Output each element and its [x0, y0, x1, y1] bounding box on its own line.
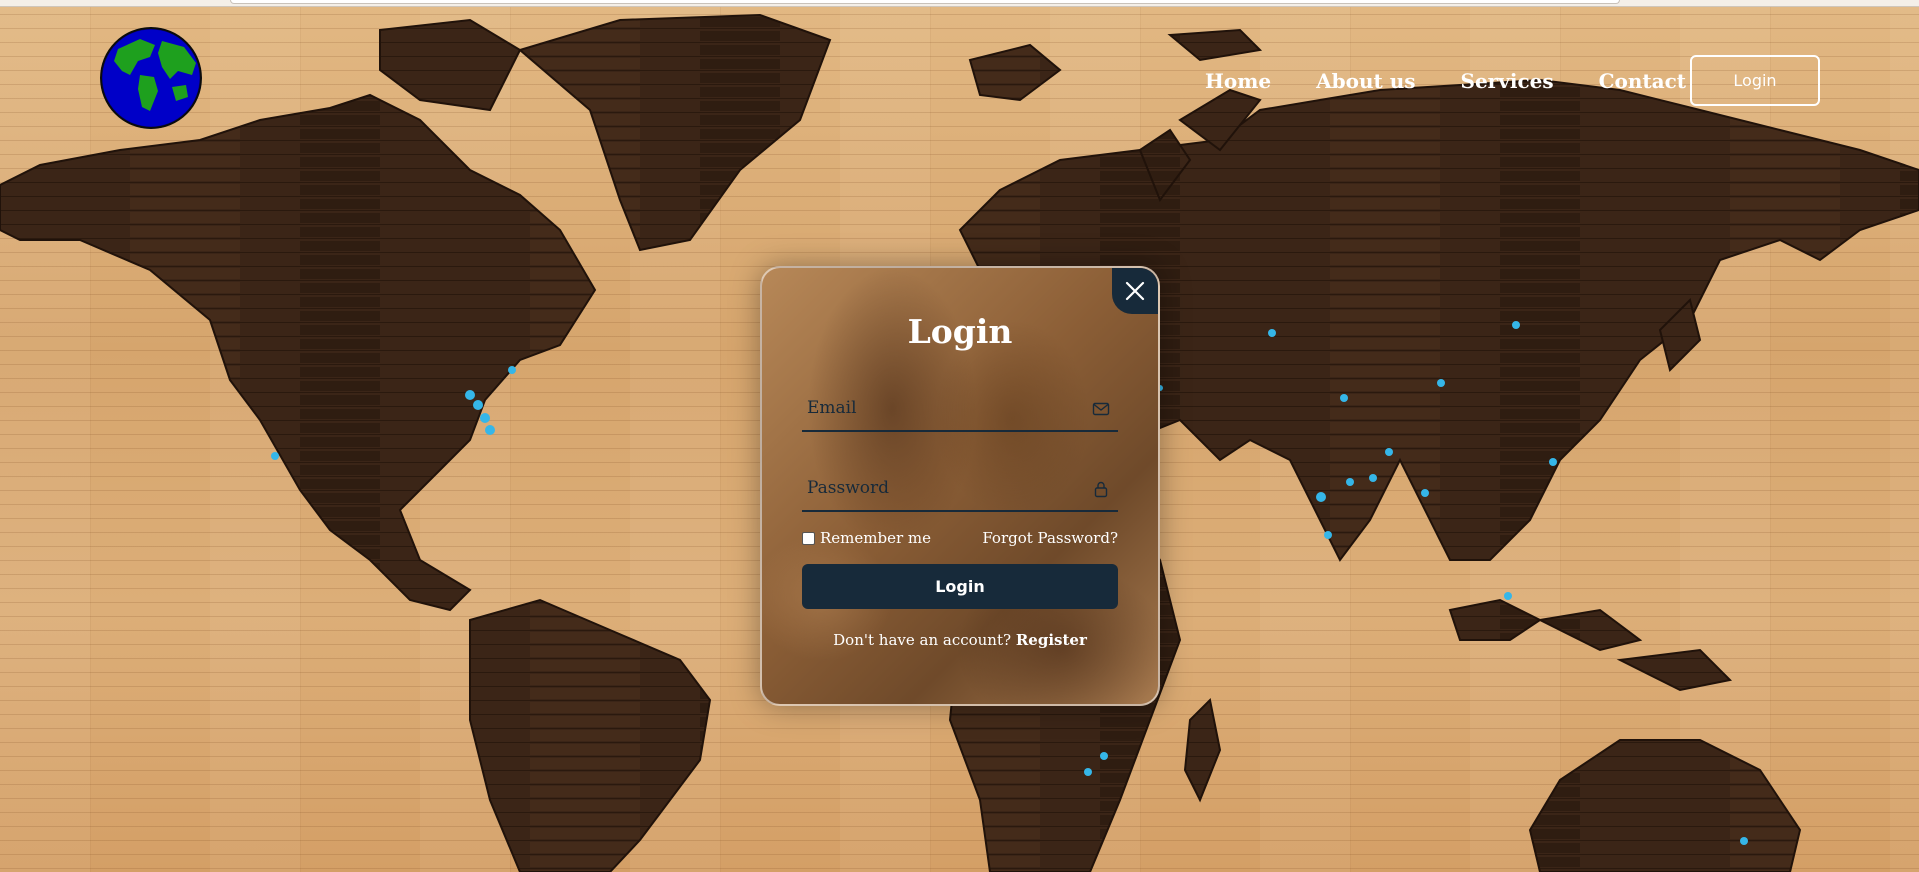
remember-me[interactable]: Remember me	[802, 529, 931, 547]
nav-about-us[interactable]: About us	[1316, 69, 1415, 93]
login-modal: Login Remember me Forgot Password? Login…	[760, 266, 1160, 706]
remember-checkbox[interactable]	[802, 531, 815, 545]
email-field-wrapper	[802, 386, 1118, 432]
close-icon	[1125, 281, 1145, 301]
modal-title: Login	[907, 312, 1013, 351]
mail-icon	[1092, 402, 1110, 416]
globe-logo[interactable]	[100, 27, 202, 129]
close-button[interactable]	[1112, 268, 1158, 314]
email-field[interactable]	[802, 386, 1118, 430]
register-link[interactable]: Register	[1016, 631, 1087, 649]
login-submit-button[interactable]: Login	[802, 564, 1118, 609]
nav-contact[interactable]: Contact	[1599, 69, 1686, 93]
remember-label: Remember me	[820, 529, 932, 547]
forgot-password-link[interactable]: Forgot Password?	[982, 529, 1118, 547]
nav-home[interactable]: Home	[1205, 69, 1271, 93]
header-login-button[interactable]: Login	[1690, 55, 1820, 106]
password-field-wrapper	[802, 466, 1118, 512]
register-prompt: Don't have an account?	[833, 631, 1012, 649]
browser-top-edge	[0, 0, 1919, 7]
address-bar-edge	[230, 0, 1620, 4]
nav-services[interactable]: Services	[1461, 69, 1554, 93]
password-field[interactable]	[802, 466, 1118, 510]
register-line: Don't have an account? Register	[762, 631, 1158, 649]
lock-icon	[1094, 481, 1108, 498]
